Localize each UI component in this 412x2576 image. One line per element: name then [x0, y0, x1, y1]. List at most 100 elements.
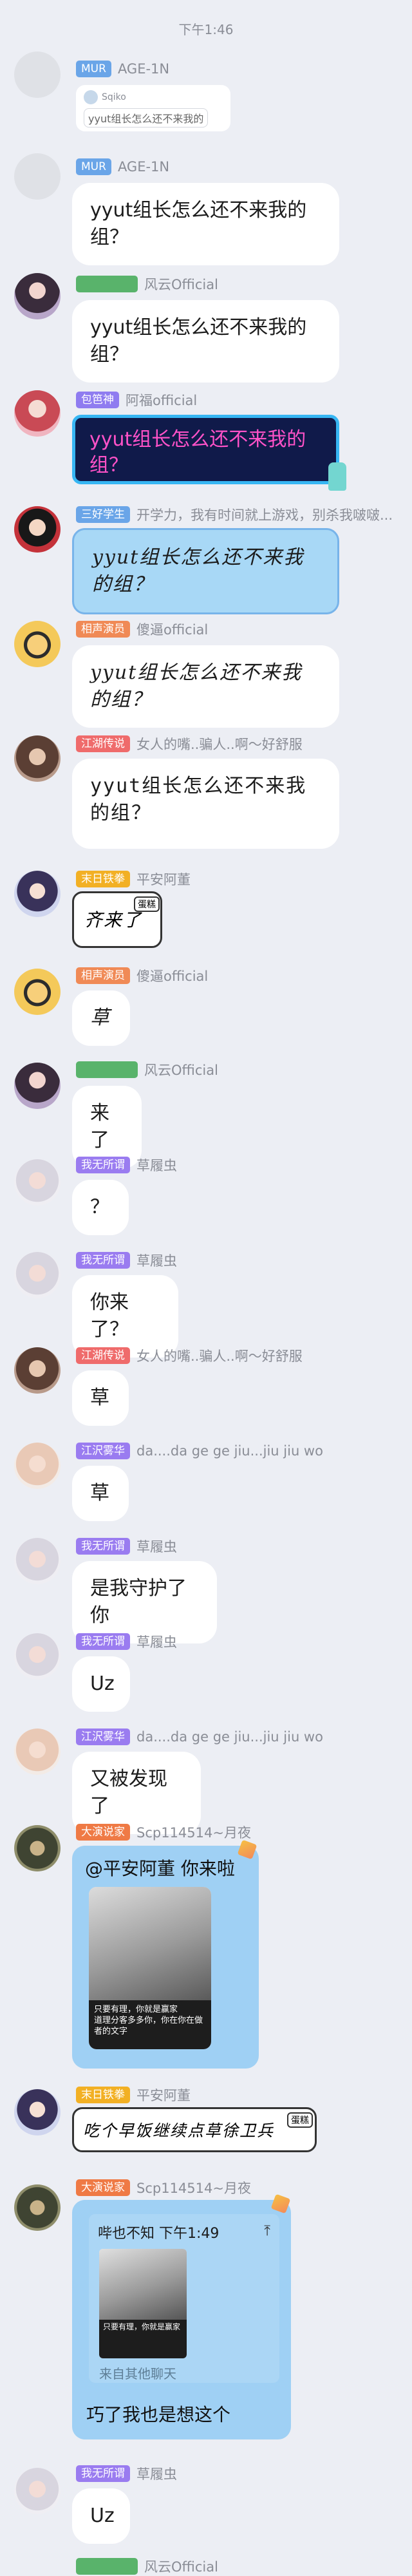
avatar[interactable] [14, 969, 61, 1015]
avatar[interactable] [14, 1728, 61, 1775]
sender-name[interactable]: 女人的嘴..骗人..啊～好舒服 [136, 734, 303, 753]
sender-row: 江湖传说 女人的嘴..骗人..啊～好舒服 [76, 734, 303, 753]
forward-inner-card[interactable]: 哔也不知 下午1:49 ⤒ 只要有理，你就是赢家 来自其他聊天 [89, 2214, 279, 2383]
avatar[interactable] [14, 2468, 61, 2514]
sender-name[interactable]: 草履虫 [136, 1155, 177, 1175]
sticker-bubble-text: 齐来了 [84, 909, 143, 931]
sender-name[interactable]: 平安阿董 [136, 869, 191, 889]
sticker-doll-icon [328, 462, 346, 491]
sender-name[interactable]: da....da ge ge jiu...jiu jiu wo [136, 1443, 323, 1459]
forward-image-art [99, 2249, 187, 2320]
message-bubble[interactable]: yyut组长怎么还不来我的组？ [72, 183, 339, 265]
message-bubble[interactable]: 草 [72, 1370, 129, 1426]
sender-name[interactable]: 草履虫 [136, 1537, 177, 1556]
avatar[interactable] [14, 273, 61, 319]
sender-name[interactable]: 风云Official [144, 2557, 218, 2576]
message-bubble[interactable]: 又被发现了 [72, 1752, 201, 1834]
sender-name[interactable]: 平安阿董 [136, 2085, 191, 2105]
message-bubble[interactable]: 草 [72, 1466, 129, 1521]
avatar[interactable] [14, 1443, 61, 1489]
avatar[interactable] [14, 1252, 61, 1298]
message-bubble[interactable]: yyut组长怎么还不来我的组？ [72, 528, 339, 614]
sender-name[interactable]: Scp114514~月夜 [136, 2178, 251, 2197]
sender-name[interactable]: AGE-1N [118, 61, 169, 77]
avatar[interactable] [14, 1538, 61, 1584]
sender-row: MUR AGE-1N [76, 157, 169, 176]
title-badge: 江沢雾华 [76, 1443, 130, 1459]
avatar[interactable] [14, 390, 61, 437]
sender-row: 我无所谓 草履虫 [76, 1251, 177, 1270]
avatar[interactable] [14, 2184, 61, 2231]
title-badge: 大演说家 [76, 1824, 130, 1841]
title-badge: 包笆神 [76, 392, 119, 408]
forward-image-caption: 只要有理，你就是赢家 [99, 2320, 187, 2358]
avatar[interactable] [14, 1347, 61, 1394]
title-badge: 江湖传说 [76, 1347, 130, 1364]
sender-name[interactable]: da....da ge ge jiu...jiu jiu wo [136, 1729, 323, 1745]
reply-name: Sqiko [102, 92, 126, 102]
sender-name[interactable]: 傻逼official [136, 966, 208, 985]
message-bubble[interactable]: Uz [72, 1656, 130, 1712]
cake-tag: 蛋糕 [287, 2112, 313, 2128]
sticker-bubble[interactable]: 吃个早饭继续点草徐卫兵 [72, 2107, 317, 2152]
sender-row: 我无所谓 草履虫 [76, 2464, 177, 2483]
sender-name[interactable]: 风云Official [144, 1060, 218, 1079]
message-bubble[interactable]: 草 [72, 990, 130, 1046]
reply-text: yyut组长怎么还不来我的 [84, 108, 209, 128]
themed-bubble[interactable]: yyut组长怎么还不来我的组？ [72, 415, 339, 484]
title-badge [76, 276, 138, 292]
reply-preview-card[interactable]: Sqiko yyut组长怎么还不来我的 [76, 85, 230, 131]
message-bubble[interactable]: yyut组长怎么还不来我的组？ [72, 645, 339, 728]
message-bubble[interactable]: 你来了？ [72, 1275, 178, 1358]
sender-row: 我无所谓 草履虫 [76, 1537, 177, 1556]
title-badge: 江沢雾华 [76, 1728, 130, 1745]
sender-row: 我无所谓 草履虫 [76, 1155, 177, 1175]
image-message-card[interactable]: @平安阿董 你来啦 只要有理，你就是赢家 道理分客多多你，你在你在做者的文字 [72, 1846, 259, 2069]
image-thumbnail[interactable]: 只要有理，你就是赢家 道理分客多多你，你在你在做者的文字 [89, 1887, 211, 2049]
image-art [89, 1887, 211, 2000]
sender-row: 江湖传说 女人的嘴..骗人..啊～好舒服 [76, 1346, 303, 1365]
sender-name[interactable]: 开学力，我有时间就上游戏，别杀我啵啵... [136, 505, 393, 524]
avatar[interactable] [14, 153, 61, 200]
sender-row: 相声演员 傻逼official [76, 620, 208, 639]
sender-name[interactable]: 阿福official [126, 390, 197, 410]
avatar[interactable] [14, 506, 61, 553]
sender-name[interactable]: 草履虫 [136, 1632, 177, 1651]
message-bubble[interactable]: yyut组长怎么还不来我的组？ [72, 759, 339, 849]
sender-name[interactable]: 草履虫 [136, 2464, 177, 2483]
title-badge: 末日铁拳 [76, 2087, 130, 2103]
sender-name[interactable]: 女人的嘴..骗人..啊～好舒服 [136, 1346, 303, 1365]
forward-thumbnail[interactable]: 只要有理，你就是赢家 [99, 2249, 187, 2358]
avatar[interactable] [14, 1063, 61, 1109]
avatar[interactable] [14, 871, 61, 917]
title-badge: 我无所谓 [76, 1252, 130, 1269]
avatar[interactable] [14, 621, 61, 667]
sender-name[interactable]: 风云Official [144, 274, 218, 294]
sender-name[interactable]: 草履虫 [136, 1251, 177, 1270]
avatar[interactable] [14, 1825, 61, 1871]
avatar[interactable] [14, 1633, 61, 1680]
title-badge: 三好学生 [76, 506, 130, 523]
sender-name[interactable]: AGE-1N [118, 159, 169, 175]
title-badge: 相声演员 [76, 967, 130, 984]
message-bubble[interactable]: yyut组长怎么还不来我的组？ [72, 300, 339, 383]
image-card-text: @平安阿董 你来啦 [85, 1858, 235, 1879]
message-bubble[interactable]: 是我守护了你 [72, 1561, 217, 1643]
title-badge: 相声演员 [76, 621, 130, 638]
avatar[interactable] [14, 735, 61, 782]
title-badge [76, 1061, 138, 1078]
message-bubble[interactable]: Uz [72, 2488, 130, 2544]
title-badge: MUR [76, 158, 111, 175]
sender-name[interactable]: 傻逼official [136, 620, 208, 639]
sender-name[interactable]: Scp114514~月夜 [136, 1823, 251, 1842]
sticker-bubble-text: 吃个早饭继续点草徐卫兵 [83, 2121, 275, 2140]
forwarded-message-card[interactable]: 哔也不知 下午1:49 ⤒ 只要有理，你就是赢家 来自其他聊天 巧了我也是想这个 [72, 2200, 291, 2439]
pin-top-icon: ⤒ [264, 2223, 270, 2239]
title-badge: 末日铁拳 [76, 871, 130, 887]
message-bubble[interactable]: ？ [72, 1180, 129, 1235]
avatar[interactable] [14, 52, 61, 98]
sender-row: 江沢雾华 da....da ge ge jiu...jiu jiu wo [76, 1727, 323, 1747]
title-badge: MUR [76, 61, 111, 77]
avatar[interactable] [14, 1159, 61, 1206]
avatar[interactable] [14, 2089, 61, 2136]
